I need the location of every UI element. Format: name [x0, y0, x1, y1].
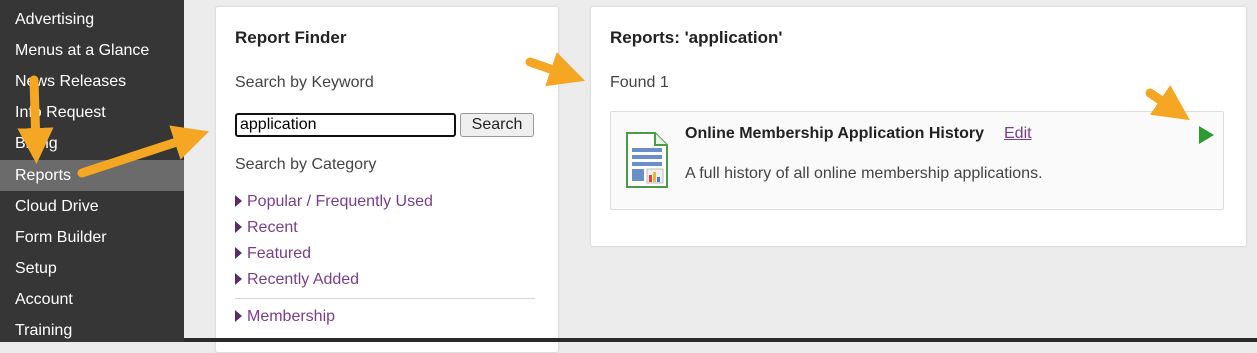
report-finder-panel	[215, 6, 559, 353]
category-label: Popular / Frequently Used	[247, 193, 433, 210]
caret-right-icon	[235, 195, 242, 207]
sidebar-item-menus-at-a-glance[interactable]: Menus at a Glance	[0, 35, 184, 66]
category-label: Membership	[247, 308, 336, 325]
sidebar: Advertising Menus at a Glance News Relea…	[0, 0, 184, 342]
play-icon[interactable]	[1199, 126, 1214, 144]
sidebar-item-cloud-drive[interactable]: Cloud Drive	[0, 191, 184, 222]
category-popular[interactable]: Popular / Frequently Used	[235, 193, 433, 211]
category-label: Recently Added	[247, 271, 360, 288]
sidebar-item-billing[interactable]: Billing	[0, 128, 184, 159]
search-button[interactable]: Search	[460, 113, 534, 137]
report-name[interactable]: Online Membership Application History	[685, 125, 984, 143]
category-membership[interactable]: Membership	[235, 308, 335, 326]
report-finder-title: Report Finder	[235, 28, 347, 47]
sidebar-item-account[interactable]: Account	[0, 284, 184, 315]
sidebar-item-setup[interactable]: Setup	[0, 253, 184, 284]
category-divider	[235, 298, 535, 299]
caret-right-icon	[235, 310, 242, 322]
category-recently-added[interactable]: Recently Added	[235, 271, 359, 289]
category-label: Recent	[247, 219, 298, 236]
edit-link[interactable]: Edit	[1004, 125, 1032, 143]
category-recent[interactable]: Recent	[235, 219, 298, 237]
search-by-category-label: Search by Category	[235, 156, 377, 173]
report-description: A full history of all online membership …	[685, 165, 1043, 182]
search-input[interactable]	[235, 113, 456, 137]
sidebar-item-info-request[interactable]: Info Request	[0, 97, 184, 128]
search-by-keyword-label: Search by Keyword	[235, 74, 374, 91]
category-featured[interactable]: Featured	[235, 245, 311, 263]
caret-right-icon	[235, 247, 242, 259]
results-count: Found 1	[610, 74, 669, 91]
sidebar-item-training[interactable]: Training	[0, 315, 184, 346]
caret-right-icon	[235, 273, 242, 285]
caret-right-icon	[235, 221, 242, 233]
results-title: Reports: 'application'	[610, 28, 783, 47]
sidebar-item-news-releases[interactable]: News Releases	[0, 66, 184, 97]
sidebar-item-advertising[interactable]: Advertising	[0, 4, 184, 35]
bottom-border	[184, 338, 1257, 342]
spreadsheet-icon	[626, 132, 668, 188]
sidebar-item-form-builder[interactable]: Form Builder	[0, 222, 184, 253]
sidebar-item-reports[interactable]: Reports	[0, 160, 184, 191]
category-label: Featured	[247, 245, 312, 262]
